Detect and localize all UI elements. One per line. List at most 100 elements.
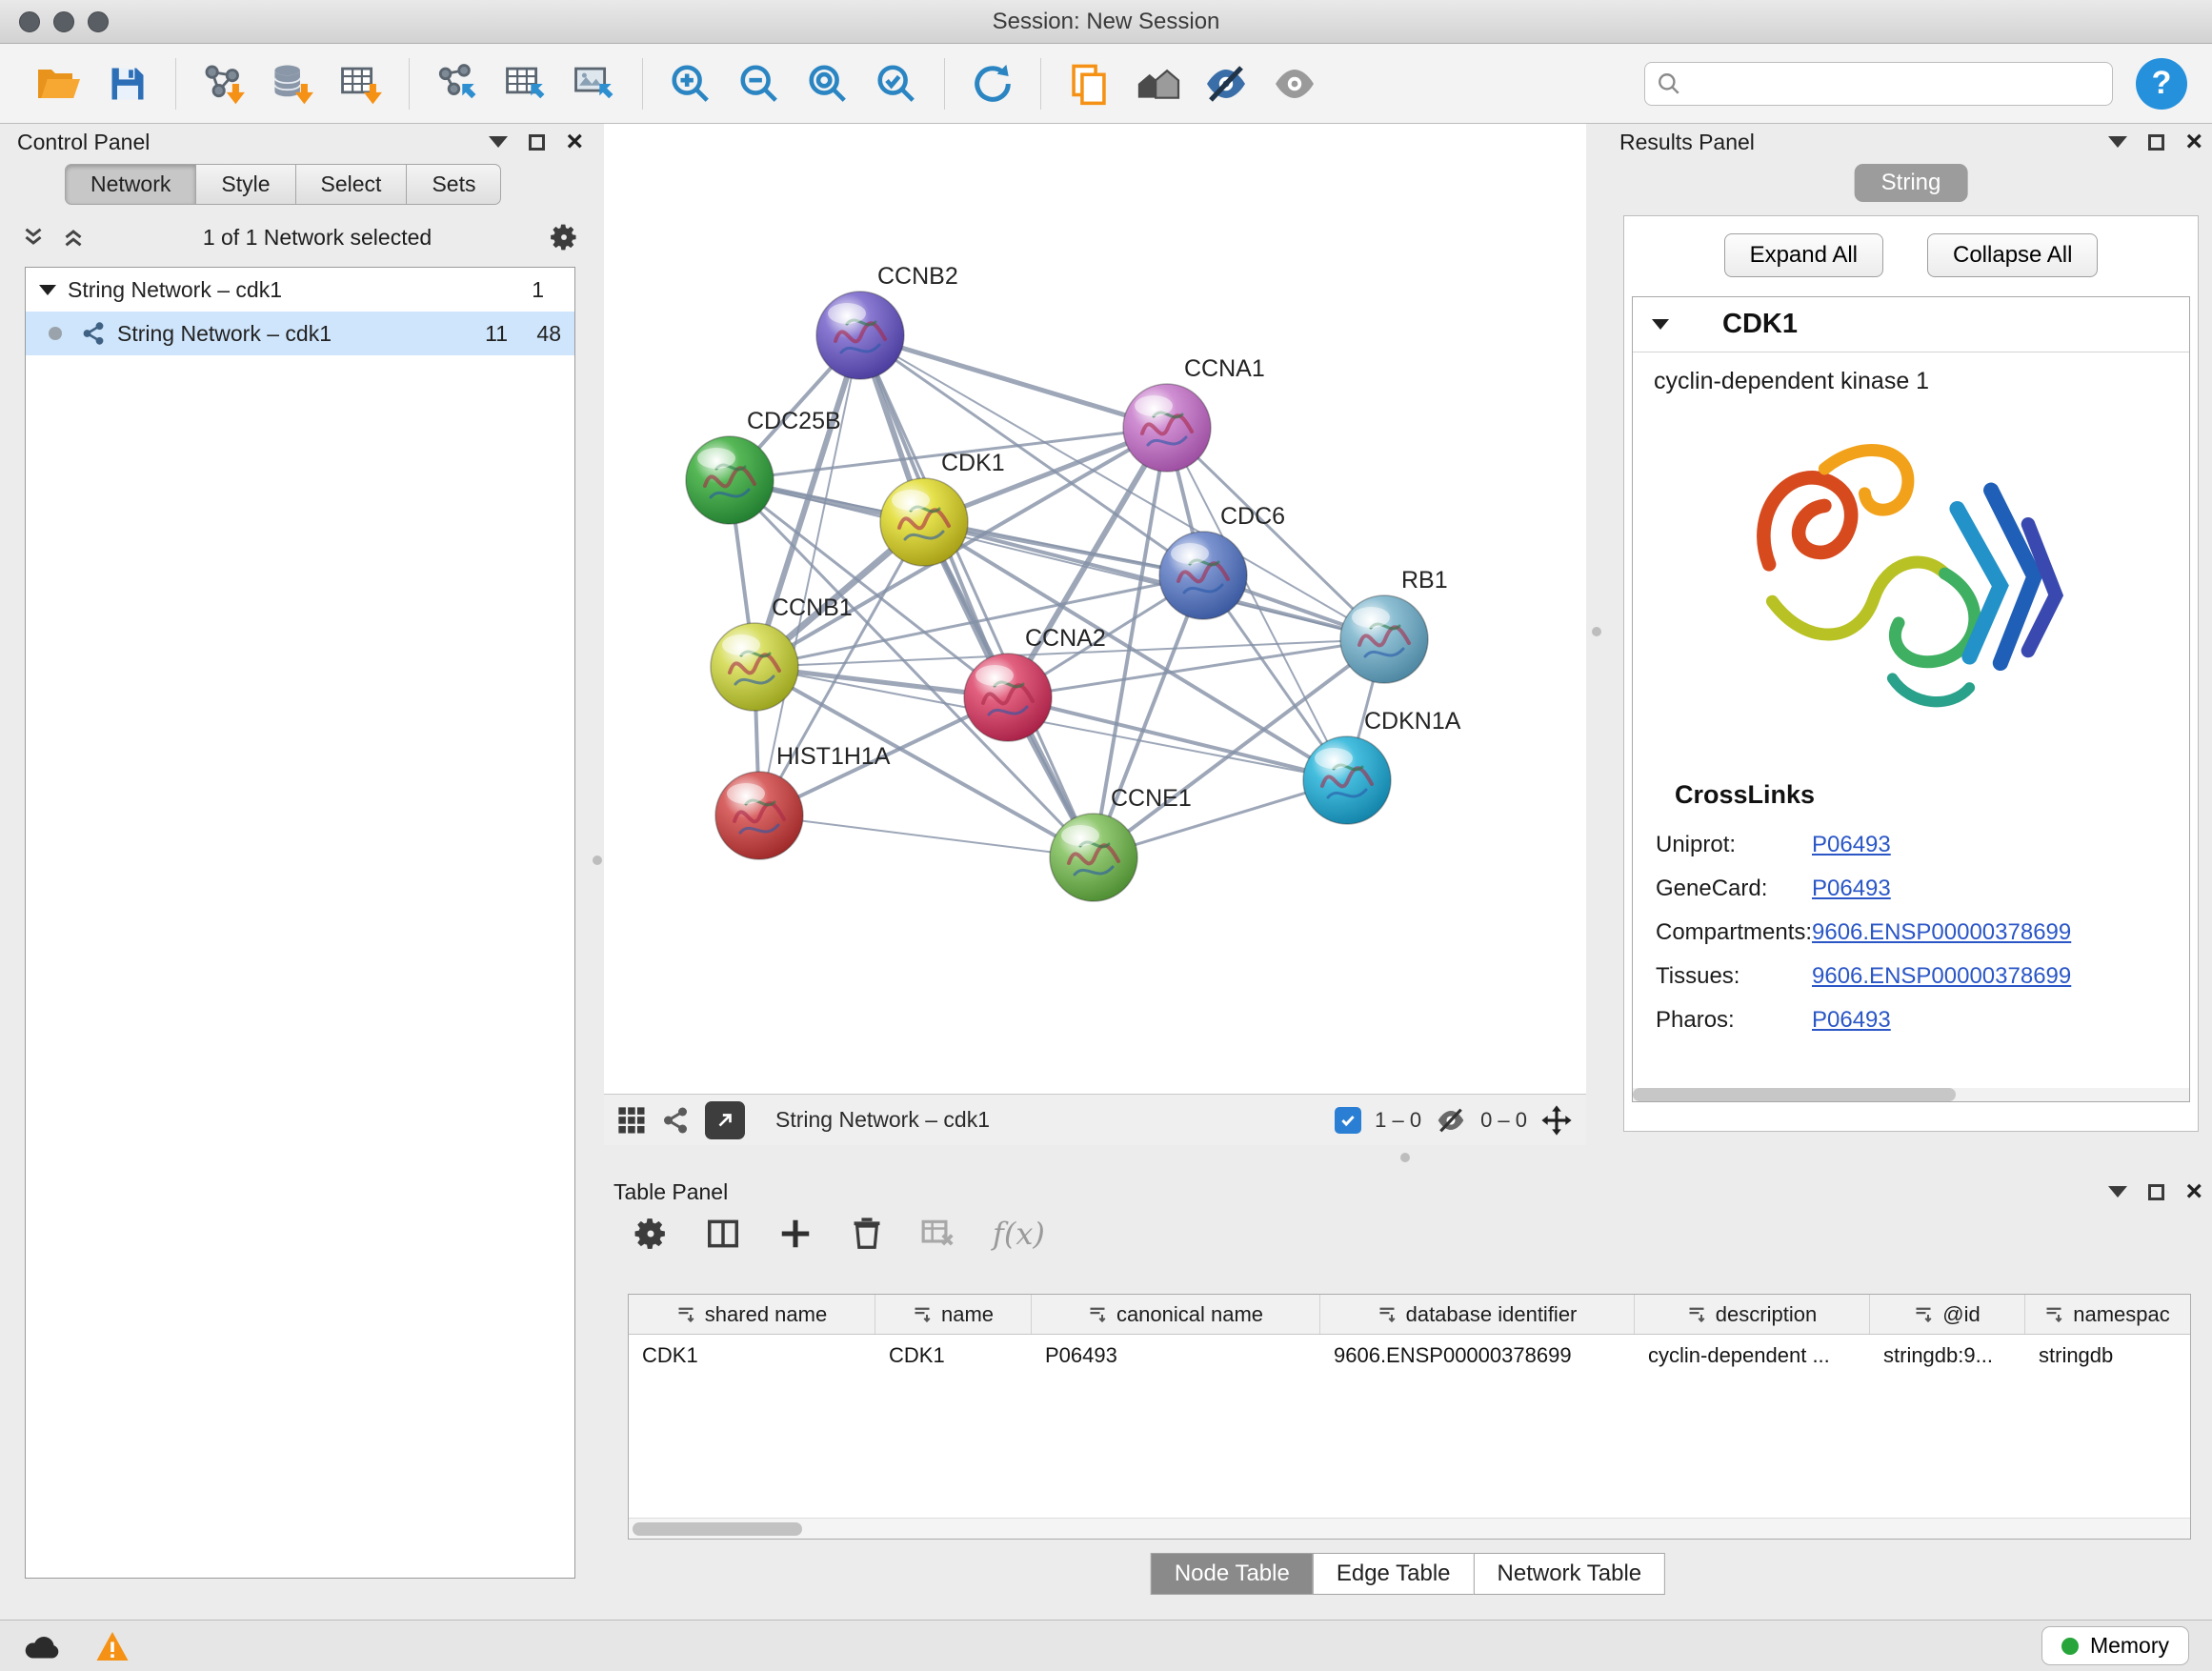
left-splitter-handle[interactable]: [593, 856, 602, 865]
expander-icon[interactable]: [1652, 319, 1669, 330]
close-window-button[interactable]: [19, 11, 40, 32]
horizontal-scrollbar[interactable]: [629, 1518, 2190, 1539]
apply-layout-button[interactable]: [958, 53, 1027, 114]
network-node-cdkn1a[interactable]: CDKN1A: [1303, 708, 1461, 824]
save-session-button[interactable]: [93, 53, 162, 114]
help-button[interactable]: ?: [2136, 58, 2187, 110]
crosslink-value-link[interactable]: 9606.ENSP00000378699: [1812, 919, 2071, 946]
network-node-ccnb2[interactable]: CCNB2: [816, 263, 958, 379]
close-panel-button[interactable]: ×: [2185, 1178, 2202, 1206]
expand-all-button[interactable]: Expand All: [1724, 233, 1883, 277]
import-network-from-database-button[interactable]: [258, 53, 327, 114]
add-column-button[interactable]: [777, 1216, 814, 1252]
network-overview-button[interactable]: [661, 1106, 690, 1135]
column-header[interactable]: name: [875, 1295, 1032, 1334]
open-session-button[interactable]: [25, 53, 93, 114]
close-panel-button[interactable]: ×: [2185, 128, 2202, 156]
grid-view-button[interactable]: [617, 1106, 646, 1135]
zoom-in-button[interactable]: [656, 53, 725, 114]
protein-section-header[interactable]: CDK1: [1633, 297, 2189, 352]
delete-column-button[interactable]: [850, 1216, 884, 1252]
minimize-window-button[interactable]: [53, 11, 74, 32]
results-panel-title: Results Panel: [1619, 130, 1755, 155]
collapse-panel-button[interactable]: [489, 136, 508, 148]
table-row[interactable]: CDK1 CDK1 P06493 9606.ENSP00000378699 cy…: [629, 1335, 2190, 1377]
tab-network[interactable]: Network: [65, 164, 195, 205]
tab-edge-table[interactable]: Edge Table: [1313, 1553, 1474, 1595]
network-node-ccne1[interactable]: CCNE1: [1050, 785, 1192, 901]
show-hidden-button[interactable]: [1260, 53, 1329, 114]
float-panel-button[interactable]: [2148, 1184, 2164, 1200]
crosslink-label: GeneCard:: [1633, 876, 1812, 902]
network-collection-row[interactable]: String Network – cdk1 1: [26, 268, 574, 312]
zoom-window-button[interactable]: [88, 11, 109, 32]
scrollbar-thumb[interactable]: [1633, 1088, 1956, 1101]
show-columns-button[interactable]: [705, 1216, 741, 1252]
function-builder-button[interactable]: f(x): [993, 1216, 1045, 1252]
column-header[interactable]: description: [1635, 1295, 1870, 1334]
tab-network-table[interactable]: Network Table: [1474, 1553, 1666, 1595]
import-table-from-file-button[interactable]: [327, 53, 395, 114]
network-options-button[interactable]: [549, 222, 579, 252]
scrollbar-thumb[interactable]: [633, 1522, 802, 1536]
string-tab-badge[interactable]: String: [1855, 164, 1968, 202]
tab-style[interactable]: Style: [195, 164, 294, 205]
bottom-splitter-handle[interactable]: [1400, 1153, 1410, 1162]
export-image-button[interactable]: [560, 53, 629, 114]
tab-select[interactable]: Select: [295, 164, 407, 205]
zoom-out-button[interactable]: [725, 53, 794, 114]
close-icon: ×: [566, 128, 583, 156]
warnings-button[interactable]: [95, 1630, 130, 1662]
float-icon: [2148, 134, 2164, 151]
new-network-from-selection-button[interactable]: [423, 53, 492, 114]
memory-button[interactable]: Memory: [2041, 1626, 2189, 1665]
detach-view-button[interactable]: [705, 1101, 745, 1139]
search-input[interactable]: [1691, 71, 2101, 96]
horizontal-scrollbar[interactable]: [1633, 1088, 2189, 1101]
tab-sets[interactable]: Sets: [406, 164, 501, 205]
column-header[interactable]: database identifier: [1320, 1295, 1635, 1334]
column-header[interactable]: canonical name: [1032, 1295, 1320, 1334]
cloud-status-button[interactable]: [23, 1632, 61, 1661]
column-header[interactable]: shared name: [629, 1295, 875, 1334]
float-panel-button[interactable]: [529, 134, 545, 151]
export-table-button[interactable]: [492, 53, 560, 114]
network-node-ccna1[interactable]: CCNA1: [1123, 355, 1265, 472]
collapse-all-button[interactable]: Collapse All: [1927, 233, 2098, 277]
warning-icon: [95, 1630, 130, 1662]
crosslink-value-link[interactable]: P06493: [1812, 876, 1891, 902]
expand-all-networks-button[interactable]: [21, 226, 46, 249]
duplicate-network-button[interactable]: [1055, 53, 1123, 114]
network-node-cdk1[interactable]: CDK1: [880, 450, 1005, 566]
import-network-from-file-button[interactable]: [190, 53, 258, 114]
zoom-fit-button[interactable]: [794, 53, 862, 114]
collapse-panel-button[interactable]: [2108, 1186, 2127, 1198]
collapse-panel-button[interactable]: [2108, 136, 2127, 148]
delete-table-button[interactable]: [920, 1216, 956, 1252]
table-cell: stringdb: [2025, 1335, 2189, 1377]
crosslink-value-link[interactable]: P06493: [1812, 1007, 1891, 1034]
table-cell: CDK1: [629, 1335, 875, 1377]
expander-icon[interactable]: [39, 285, 56, 295]
close-panel-button[interactable]: ×: [566, 128, 583, 156]
right-splitter-handle[interactable]: [1592, 627, 1601, 636]
column-header[interactable]: namespac: [2025, 1295, 2189, 1334]
pan-mode-button[interactable]: [1540, 1104, 1573, 1137]
network-node-hist1h1a[interactable]: HIST1H1A: [715, 743, 891, 859]
zoom-selected-button[interactable]: [862, 53, 931, 114]
collapse-all-networks-button[interactable]: [61, 226, 86, 249]
hide-selected-button[interactable]: [1192, 53, 1260, 114]
crosslink-row: Compartments: 9606.ENSP00000378699: [1633, 911, 2189, 955]
crosslink-value-link[interactable]: 9606.ENSP00000378699: [1812, 963, 2071, 990]
column-header[interactable]: @id: [1870, 1295, 2025, 1334]
table-options-button[interactable]: [633, 1216, 669, 1252]
network-node-rb1[interactable]: RB1: [1340, 567, 1448, 683]
network-graph[interactable]: CCNB2CCNA1CDC25BCDK1CDC6RB1CCNB1CCNA2CDK…: [604, 124, 1586, 1094]
toolbar-separator: [409, 58, 410, 110]
network-row[interactable]: String Network – cdk1 11 48: [26, 312, 574, 355]
overview-button[interactable]: [1123, 53, 1192, 114]
crosslink-value-link[interactable]: P06493: [1812, 832, 1891, 858]
float-panel-button[interactable]: [2148, 134, 2164, 151]
main-toolbar: ?: [0, 44, 2212, 124]
tab-node-table[interactable]: Node Table: [1151, 1553, 1313, 1595]
